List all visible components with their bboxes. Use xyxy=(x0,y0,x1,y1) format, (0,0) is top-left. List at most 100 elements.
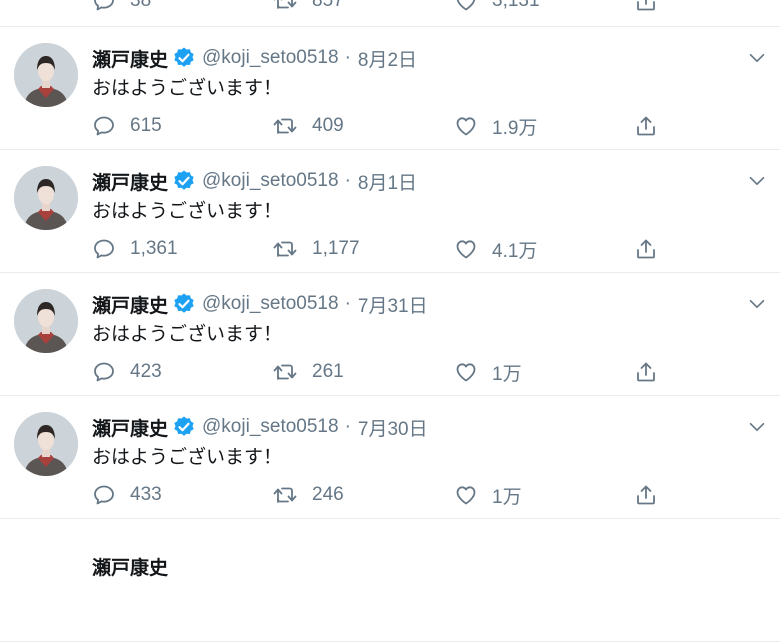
chevron-down-icon[interactable] xyxy=(746,170,768,197)
display-name[interactable]: 瀬戸康史 xyxy=(92,414,168,441)
tweet-partial-bottom[interactable]: 瀬戸康史 xyxy=(0,519,780,642)
retweet-count: 246 xyxy=(312,484,344,505)
heart-outline-icon xyxy=(454,114,478,138)
share-button[interactable] xyxy=(634,236,672,262)
reply-count: 38 xyxy=(130,0,152,11)
avatar[interactable] xyxy=(14,43,78,107)
display-name[interactable]: 瀬戸康史 xyxy=(92,291,168,318)
tweet-header: 瀬戸康史 @koji_seto0518 · 7月30日 xyxy=(92,414,428,440)
retweet-button[interactable]: 246 xyxy=(272,482,344,508)
retweet-count: 1,177 xyxy=(312,238,360,259)
retweet-button[interactable]: 1,177 xyxy=(272,236,360,262)
heart-outline-icon xyxy=(454,0,478,13)
tweet-header: 瀬戸康史 @koji_seto0518 · 8月2日 xyxy=(92,45,417,71)
tweet-date[interactable]: 7月30日 xyxy=(358,414,428,441)
tweet-date[interactable]: 8月1日 xyxy=(358,168,417,195)
share-button[interactable] xyxy=(634,359,672,385)
tweet[interactable]: 瀬戸康史 @koji_seto0518 · 7月31日 おはようございます！ 4… xyxy=(0,273,780,396)
reply-button[interactable]: 615 xyxy=(92,113,162,139)
share-upload-icon xyxy=(634,114,658,138)
speech-bubble-icon xyxy=(92,237,116,261)
tweet-date[interactable]: 7月31日 xyxy=(358,291,428,318)
separator: · xyxy=(344,416,351,437)
share-button[interactable] xyxy=(634,0,672,14)
tweet-date[interactable]: 8月2日 xyxy=(358,45,417,72)
like-button[interactable]: 1万 xyxy=(454,359,522,385)
heart-outline-icon xyxy=(454,237,478,261)
speech-bubble-icon xyxy=(92,0,116,13)
reply-count: 615 xyxy=(130,115,162,136)
separator: · xyxy=(344,170,351,191)
like-button[interactable]: 4.1万 xyxy=(454,236,537,262)
like-count: 1万 xyxy=(492,363,522,385)
reply-button[interactable]: 423 xyxy=(92,359,162,385)
user-handle[interactable]: @koji_seto0518 xyxy=(202,47,339,69)
speech-bubble-icon xyxy=(92,114,116,138)
avatar[interactable] xyxy=(14,412,78,476)
verified-badge-icon xyxy=(172,415,196,439)
share-upload-icon xyxy=(634,483,658,507)
retweet-button[interactable]: 261 xyxy=(272,359,344,385)
retweet-count: 857 xyxy=(312,0,344,11)
retweet-arrows-icon xyxy=(272,360,298,384)
display-name[interactable]: 瀬戸康史 xyxy=(92,168,168,195)
reply-count: 433 xyxy=(130,484,162,505)
tweet-text: おはようございます！ xyxy=(92,78,283,99)
share-button[interactable] xyxy=(634,113,672,139)
tweet-text: おはようございます！ xyxy=(92,324,283,345)
tweet[interactable]: 瀬戸康史 @koji_seto0518 · 7月30日 おはようございます！ 4… xyxy=(0,396,780,519)
like-button[interactable]: 1.9万 xyxy=(454,113,537,139)
reply-count: 423 xyxy=(130,361,162,382)
tweet-actions: 1,361 1,177 4.1万 xyxy=(92,236,672,262)
share-upload-icon xyxy=(634,0,658,13)
retweet-count: 409 xyxy=(312,115,344,136)
tweet-header: 瀬戸康史 @koji_seto0518 · 7月31日 xyxy=(92,291,428,317)
verified-badge-icon xyxy=(172,46,196,70)
tweet-actions: 433 246 1万 xyxy=(92,482,672,508)
retweet-arrows-icon xyxy=(272,0,298,13)
avatar[interactable] xyxy=(14,289,78,353)
timeline-feed: 38 857 3,131 瀬戸康史 @koji_seto0518 · 8月2日 xyxy=(0,0,780,642)
tweet-header: 瀬戸康史 @koji_seto0518 · 8月1日 xyxy=(92,168,417,194)
display-name[interactable]: 瀬戸康史 xyxy=(92,45,168,72)
speech-bubble-icon xyxy=(92,483,116,507)
chevron-down-icon[interactable] xyxy=(746,293,768,320)
reply-count: 1,361 xyxy=(130,238,178,259)
separator: · xyxy=(344,293,351,314)
reply-button[interactable]: 433 xyxy=(92,482,162,508)
speech-bubble-icon xyxy=(92,360,116,384)
avatar[interactable] xyxy=(14,166,78,230)
retweet-arrows-icon xyxy=(272,237,298,261)
heart-outline-icon xyxy=(454,360,478,384)
like-count: 1.9万 xyxy=(492,117,538,139)
chevron-down-icon[interactable] xyxy=(746,47,768,74)
like-button[interactable]: 3,131 xyxy=(454,0,540,14)
tweet-actions: 615 409 1.9万 xyxy=(92,113,672,139)
share-button[interactable] xyxy=(634,482,672,508)
retweet-button[interactable]: 409 xyxy=(272,113,344,139)
user-handle[interactable]: @koji_seto0518 xyxy=(202,293,339,315)
tweet[interactable]: 瀬戸康史 @koji_seto0518 · 8月1日 おはようございます！ 1,… xyxy=(0,150,780,273)
like-count: 4.1万 xyxy=(492,240,538,262)
user-handle[interactable]: @koji_seto0518 xyxy=(202,170,339,192)
heart-outline-icon xyxy=(454,483,478,507)
separator: · xyxy=(344,47,351,68)
reply-button[interactable]: 38 xyxy=(92,0,151,14)
tweet-text: おはようございます！ xyxy=(92,201,283,222)
user-handle[interactable]: @koji_seto0518 xyxy=(202,416,339,438)
like-count: 3,131 xyxy=(492,0,540,11)
reply-button[interactable]: 1,361 xyxy=(92,236,178,262)
share-upload-icon xyxy=(634,360,658,384)
display-name[interactable]: 瀬戸康史 xyxy=(92,553,168,580)
like-button[interactable]: 1万 xyxy=(454,482,522,508)
tweet-text: おはようございます！ xyxy=(92,447,283,468)
like-count: 1万 xyxy=(492,486,522,508)
retweet-arrows-icon xyxy=(272,114,298,138)
retweet-count: 261 xyxy=(312,361,344,382)
tweet-partial-top[interactable]: 38 857 3,131 xyxy=(0,0,780,27)
retweet-arrows-icon xyxy=(272,483,298,507)
chevron-down-icon[interactable] xyxy=(746,416,768,443)
retweet-button[interactable]: 857 xyxy=(272,0,344,14)
share-upload-icon xyxy=(634,237,658,261)
tweet[interactable]: 瀬戸康史 @koji_seto0518 · 8月2日 おはようございます！ 61… xyxy=(0,27,780,150)
